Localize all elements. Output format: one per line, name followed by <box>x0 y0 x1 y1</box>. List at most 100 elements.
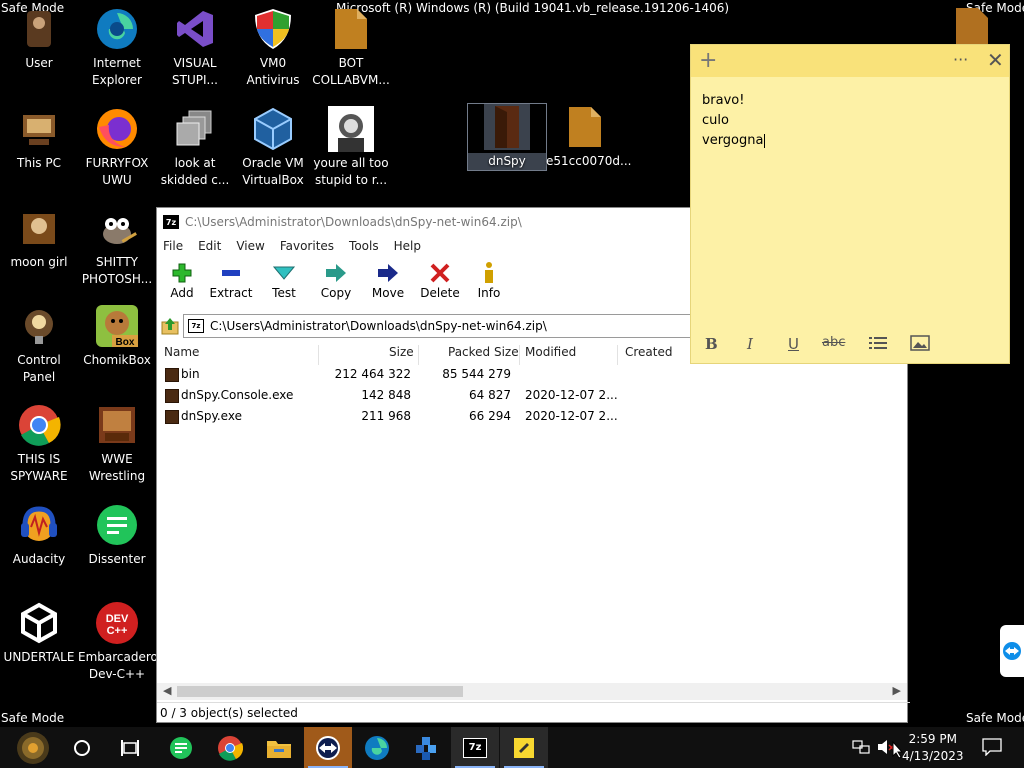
copy-button[interactable]: Copy <box>313 260 359 300</box>
desktop-icon-dev-cpp[interactable]: DEV C++ Embarcadero Dev-C++ <box>78 600 158 683</box>
underline-button[interactable]: U <box>788 335 799 353</box>
close-icon[interactable]: ✕ <box>987 48 1004 72</box>
desktop-icon-bot-collabvm[interactable]: BOT COLLABVM... <box>312 6 390 89</box>
exe-file-icon <box>165 410 179 424</box>
taskbar-file-explorer[interactable] <box>255 727 303 768</box>
desktop-icon-youre-all-too-stupid[interactable]: youre all too stupid to r... <box>312 106 390 189</box>
desktop-icon-spyware[interactable]: THIS IS SPYWARE <box>0 402 78 485</box>
taskbar-sticky-notes[interactable] <box>500 727 548 768</box>
column-packed-size[interactable]: Packed Size <box>448 345 519 359</box>
menu-view[interactable]: View <box>236 239 264 253</box>
test-button[interactable]: Test <box>261 260 307 300</box>
mouse-cursor-icon <box>892 740 904 762</box>
desktop-icon-user[interactable]: User <box>0 6 78 72</box>
taskbar-7zip[interactable]: 7z <box>451 727 499 768</box>
network-icon[interactable] <box>852 739 870 758</box>
menu-file[interactable]: File <box>163 239 183 253</box>
column-size[interactable]: Size <box>389 345 414 359</box>
strikethrough-button[interactable]: abc <box>822 335 845 350</box>
start-button[interactable] <box>8 727 58 768</box>
taskbar-edge[interactable] <box>353 727 401 768</box>
desktop-icon-control-panel[interactable]: Control Panel <box>0 303 78 386</box>
desktop-icon-dissenter[interactable]: Dissenter <box>78 502 156 568</box>
table-row[interactable]: dnSpy.exe 211 968 66 294 2020-12-07 2... <box>157 406 907 427</box>
desktop-icon-audacity[interactable]: Audacity <box>0 502 78 568</box>
column-modified[interactable]: Modified <box>525 345 576 359</box>
more-options-icon[interactable]: ··· <box>953 50 968 69</box>
file-icon <box>328 6 374 52</box>
wwe-icon <box>94 402 140 448</box>
sticky-note: + ··· ✕ bravo! culo vergogna B I U abc <box>690 44 1010 364</box>
safe-mode-label-bottom-left: Safe Mode <box>1 711 65 725</box>
info-icon <box>469 260 509 286</box>
search-button[interactable] <box>58 727 106 768</box>
desktop-icon-this-pc[interactable]: This PC <box>0 106 78 172</box>
dissenter-icon <box>170 736 192 759</box>
desktop-icon-e51cc0070d[interactable]: e51cc0070d... <box>546 104 631 170</box>
desktop-icon-virtualbox[interactable]: Oracle VM VirtualBox <box>234 106 312 189</box>
firefox-icon <box>94 106 140 152</box>
user-folder-icon <box>16 6 62 52</box>
desktop-icon-furryfox[interactable]: FURRYFOX UWU <box>78 106 156 189</box>
audacity-icon <box>16 502 62 548</box>
menu-help[interactable]: Help <box>394 239 421 253</box>
image-icon[interactable] <box>910 335 930 355</box>
status-bar: 0 / 3 object(s) selected <box>157 702 910 725</box>
virtualbox-icon <box>250 106 296 152</box>
text-caret <box>764 133 766 148</box>
teamviewer-side-badge[interactable] <box>1000 625 1024 677</box>
desktop-icon-internet-explorer[interactable]: Internet Explorer <box>78 6 156 89</box>
windows-build-text: Microsoft (R) Windows (R) (Build 19041.v… <box>336 1 730 15</box>
desktop-icon-partial-top-right[interactable] <box>952 6 992 46</box>
control-panel-icon <box>16 303 62 349</box>
7zip-icon: 7z <box>463 737 487 758</box>
menu-favorites[interactable]: Favorites <box>280 239 334 253</box>
action-center-icon[interactable] <box>982 738 1002 759</box>
copy-windows-icon <box>172 106 218 152</box>
desktop-icon-chomikbox[interactable]: Box ChomikBox <box>78 303 156 369</box>
table-row[interactable]: bin 212 464 322 85 544 279 <box>157 364 907 385</box>
desktop-icon-skidded[interactable]: look at skidded c... <box>156 106 234 189</box>
unity-icon <box>16 600 62 646</box>
start-orb-icon <box>17 731 49 764</box>
up-folder-button[interactable] <box>157 314 183 338</box>
desktop-icon-vm0-antivirus[interactable]: VM0 Antivirus <box>234 6 312 89</box>
table-row[interactable]: dnSpy.Console.exe 142 848 64 827 2020-12… <box>157 385 907 406</box>
arrow-right-icon <box>313 260 359 286</box>
scrollbar-thumb[interactable] <box>177 686 463 697</box>
system-clock[interactable]: 2:59 PM 4/13/2023 <box>902 731 964 765</box>
bold-button[interactable]: B <box>705 335 718 353</box>
column-created[interactable]: Created <box>625 345 673 359</box>
taskbar-blue-app[interactable] <box>402 727 450 768</box>
italic-button[interactable]: I <box>747 335 753 353</box>
delete-button[interactable]: Delete <box>417 260 463 300</box>
move-button[interactable]: Move <box>365 260 411 300</box>
taskbar-dissenter[interactable] <box>157 727 205 768</box>
horizontal-scrollbar[interactable]: ◀ ▶ <box>157 683 907 700</box>
devcpp-icon: DEV C++ <box>94 600 140 646</box>
check-icon <box>261 260 307 286</box>
scroll-right-icon[interactable]: ▶ <box>893 684 901 697</box>
folder-icon <box>267 740 291 758</box>
desktop-icon-moon-girl[interactable]: moon girl <box>0 205 78 271</box>
bullet-list-icon[interactable] <box>869 335 887 355</box>
menu-tools[interactable]: Tools <box>349 239 379 253</box>
info-button[interactable]: Info <box>469 260 509 300</box>
scroll-left-icon[interactable]: ◀ <box>163 684 171 697</box>
desktop-icon-dnspy[interactable]: dnSpy <box>467 103 547 171</box>
desktop-icon-undertale[interactable]: UNDERTALE <box>0 600 78 666</box>
desktop-icon-shitty-photoshop[interactable]: SHITTY PHOTOSH... <box>78 205 156 288</box>
column-name[interactable]: Name <box>164 345 199 359</box>
task-view-button[interactable] <box>106 727 154 768</box>
extract-button[interactable]: Extract <box>207 260 255 300</box>
desktop-icon-wwe-wrestling[interactable]: WWE Wrestling <box>78 402 156 485</box>
desktop-icon-visual-studio[interactable]: VISUAL STUPI... <box>156 6 234 89</box>
menu-edit[interactable]: Edit <box>198 239 221 253</box>
taskbar-teamviewer[interactable] <box>304 727 352 768</box>
plus-icon[interactable]: + <box>699 48 717 73</box>
sticky-note-header[interactable]: + ··· ✕ <box>691 45 1009 77</box>
add-button[interactable]: Add <box>163 260 201 300</box>
clock-time: 2:59 PM <box>908 732 957 746</box>
sticky-note-text[interactable]: bravo! culo vergogna <box>702 91 766 151</box>
taskbar-chrome[interactable] <box>206 727 254 768</box>
